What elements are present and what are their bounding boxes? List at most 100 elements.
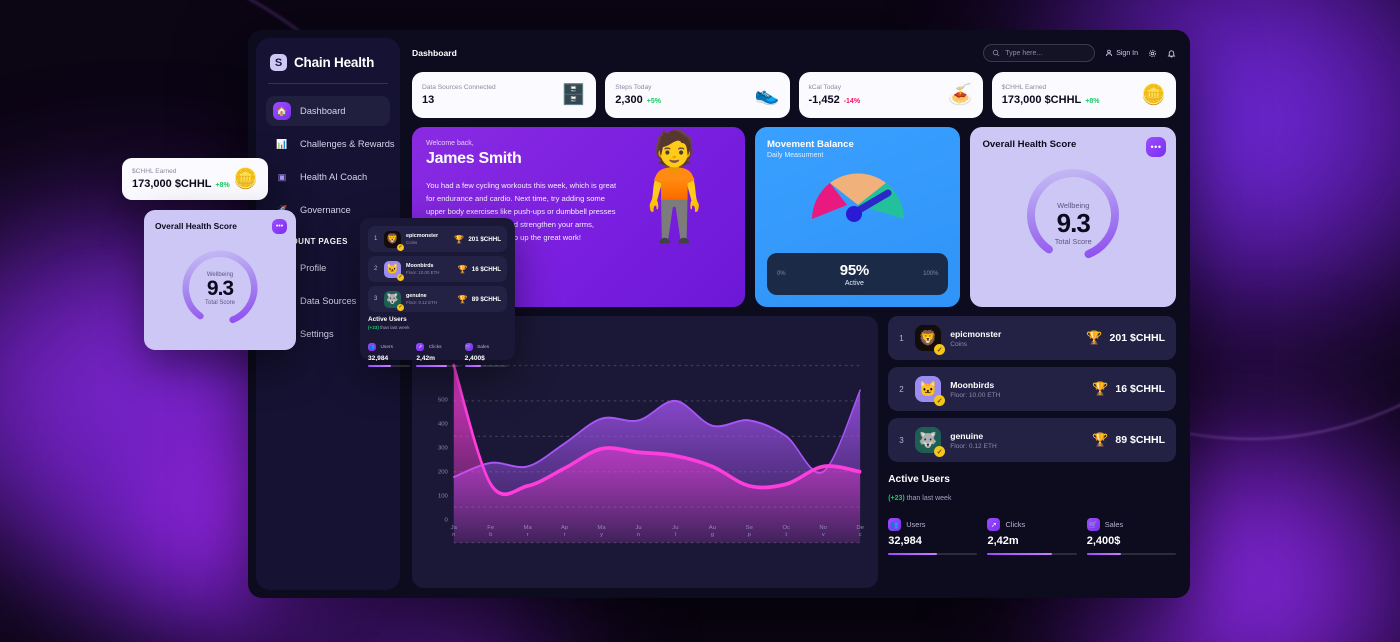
signin-label: Sign In xyxy=(1116,49,1138,57)
verified-badge-icon: ✓ xyxy=(397,273,404,281)
sidebar-item-dashboard[interactable]: 🏠 Dashboard xyxy=(266,96,390,126)
active-users-subtitle: (+23) than last week xyxy=(888,495,1176,502)
stat-value-wrap: 173,000 $CHHL +8% xyxy=(1002,94,1100,106)
trophy-icon: 🏆 xyxy=(1086,330,1103,345)
avatar-emoji: 🦁 xyxy=(918,330,938,347)
robot-icon: ▣ xyxy=(277,171,287,182)
brand-logo: S Chain Health xyxy=(266,52,390,71)
avatar: 🦁 ✓ xyxy=(384,230,404,251)
svg-text:Au: Au xyxy=(709,525,716,531)
trophy-icon: 🏆 xyxy=(1092,432,1109,447)
svg-text:l: l xyxy=(675,532,676,538)
metric-head: 🛒 Sales xyxy=(1086,518,1176,531)
amount-wrap: 🏆 89 $CHHL xyxy=(458,295,501,304)
leaderboard-panel: 1 🦁 ✓ epicmonster Coins 🏆 201 $CHHL 2 🐱 … xyxy=(888,316,1176,588)
list-item[interactable]: 3 🐺 ✓ genuine Floor: 0.12 ETH 🏆 89 $CHHL xyxy=(368,286,507,312)
stat-card-kcal-today[interactable]: kCal Today -1,452 -14% 🍝 xyxy=(798,72,983,118)
amount-value: 16 $CHHL xyxy=(1115,383,1165,395)
cart-icon: 🛒 xyxy=(464,343,473,351)
svg-text:t: t xyxy=(785,532,787,538)
analytics-row: Activity Chart +15% more in December 010… xyxy=(412,316,1176,588)
svg-text:No: No xyxy=(819,525,827,531)
metric-progress-bar xyxy=(888,553,978,555)
table-row[interactable]: 2 🐱 ✓ Moonbirds Floor: 10.00 ETH 🏆 16 $C… xyxy=(888,367,1176,411)
floating-health-score-card[interactable]: Overall Health Score ••• Wellbeing 9.3 T… xyxy=(144,210,296,350)
stat-delta: -14% xyxy=(843,98,861,105)
stat-card-steps-today[interactable]: Steps Today 2,300 +5% 👟 xyxy=(605,72,790,118)
leaderboard-text: Moonbirds Floor: 10.00 ETH xyxy=(950,380,1000,399)
search-input[interactable]: Type here... xyxy=(983,44,1096,62)
stat-delta: +5% xyxy=(646,98,661,105)
svg-text:Ma: Ma xyxy=(597,525,606,531)
collection-name: Moonbirds xyxy=(406,263,434,269)
metric-progress-bar xyxy=(987,553,1077,555)
svg-text:400: 400 xyxy=(438,421,449,427)
stat-value: -1,452 xyxy=(808,94,840,106)
stat-card-data-sources[interactable]: Data Sources Connected 13 🗄️ xyxy=(412,72,597,118)
card-menu-button[interactable]: ••• xyxy=(1146,137,1166,157)
search-placeholder: Type here... xyxy=(1005,49,1043,57)
svg-text:Oc: Oc xyxy=(782,525,790,531)
avatar-emoji: 🐱 xyxy=(386,263,399,275)
stat-value: 2,300 xyxy=(615,94,643,106)
metric-sales: 🛒 Sales 2,400$ xyxy=(464,335,507,367)
leaderboard-text: genuine Floor: 0.12 ETH xyxy=(950,431,997,450)
stat-delta: +8% xyxy=(1085,98,1100,105)
avatar-emoji: 🐺 xyxy=(386,293,399,305)
stat-label: Steps Today xyxy=(615,84,652,91)
table-row[interactable]: 3 🐺 ✓ genuine Floor: 0.12 ETH 🏆 89 $CHHL xyxy=(888,418,1176,462)
gauge-max-label: 100% xyxy=(923,271,939,277)
sidebar-item-label: Data Sources xyxy=(300,296,357,306)
main-content: Dashboard Type here... Sign In Data Sour… xyxy=(400,30,1190,598)
metric-head: ➚ Clicks xyxy=(987,518,1076,531)
svg-text:c: c xyxy=(859,532,862,538)
active-users-delta-suffix: than last week xyxy=(904,495,952,502)
sidebar-item-health-ai-coach[interactable]: ▣ Health AI Coach xyxy=(266,162,390,192)
bell-icon[interactable] xyxy=(1167,49,1176,58)
gauge-chart xyxy=(767,161,949,225)
list-item[interactable]: 1 🦁 ✓ epicmonster Coins 🏆 201 $CHHL xyxy=(368,226,507,252)
stat-card-chhl-earned[interactable]: $CHHL Earned 173,000 $CHHL +8% 🪙 xyxy=(991,72,1176,118)
collection-name: epicmonster xyxy=(406,233,439,239)
sidebar-item-label: Settings xyxy=(300,329,334,339)
stat-label: $CHHL Earned xyxy=(132,168,177,175)
table-row[interactable]: 1 🦁 ✓ epicmonster Coins 🏆 201 $CHHL xyxy=(888,316,1176,360)
floating-leaderboard-card[interactable]: 1 🦁 ✓ epicmonster Coins 🏆 201 $CHHL 2 🐱 … xyxy=(360,218,515,367)
svg-text:y: y xyxy=(600,532,603,538)
avatar: 🦁 ✓ xyxy=(915,325,946,355)
floating-chhl-earned-card[interactable]: $CHHL Earned 173,000 $CHHL +8% 🪙 xyxy=(122,158,268,200)
gear-icon[interactable] xyxy=(1148,49,1157,58)
collection-sub: Floor: 0.12 ETH xyxy=(950,442,997,450)
metric-value: 2,400$ xyxy=(1086,535,1121,547)
leaderboard-text: genuine Floor: 0.12 ETH xyxy=(406,293,437,305)
sidebar-item-challenges-rewards[interactable]: 📊 Challenges & Rewards xyxy=(266,129,394,159)
movement-percent: 95% xyxy=(839,261,869,279)
movement-balance-card: Movement Balance Daily Measurment 0% 95% xyxy=(754,127,961,307)
users-icon: 👥 xyxy=(368,343,376,351)
sidebar-item-label: Health AI Coach xyxy=(300,172,368,182)
collection-sub: Floor: 0.12 ETH xyxy=(406,300,437,305)
metric-value: 32,984 xyxy=(888,535,922,547)
amount-wrap: 🏆 89 $CHHL xyxy=(1092,432,1165,448)
svg-text:200: 200 xyxy=(438,469,449,475)
cursor-icon: ➚ xyxy=(987,518,1001,531)
list-item[interactable]: 2 🐱 ✓ Moonbirds Floor: 10.00 ETH 🏆 16 $C… xyxy=(368,256,507,282)
stat-value-wrap: 173,000 $CHHL +8% xyxy=(132,178,230,190)
svg-text:r: r xyxy=(564,532,566,538)
area-chart-labels: 0100200300400500JanFebMarAprMayJunJulAug… xyxy=(438,397,865,538)
signin-button[interactable]: Sign In xyxy=(1105,49,1138,57)
movement-readout: 0% 95% Active 100% xyxy=(766,253,949,295)
collection-sub: Floor: 10.00 ETH xyxy=(406,270,440,275)
metric-users: 👥 Users 32,984 xyxy=(888,518,978,555)
metric-value: 2,42m xyxy=(987,535,1019,547)
sidebar-item-label: Dashboard xyxy=(300,106,346,116)
collection-name: genuine xyxy=(950,430,984,441)
health-ring-sub: Total Score xyxy=(1054,237,1092,247)
health-score-readout: Wellbeing 9.3 Total Score xyxy=(970,201,1176,246)
amount-wrap: 🏆 201 $CHHL xyxy=(1086,330,1165,346)
metric-clicks: ➚ Clicks 2,42m xyxy=(416,335,459,367)
card-menu-button[interactable]: ••• xyxy=(272,219,287,234)
movement-subtitle: Daily Measurment xyxy=(766,152,824,159)
avatar: 🐺 ✓ xyxy=(384,290,404,311)
amount-value: 201 $CHHL xyxy=(468,235,501,243)
